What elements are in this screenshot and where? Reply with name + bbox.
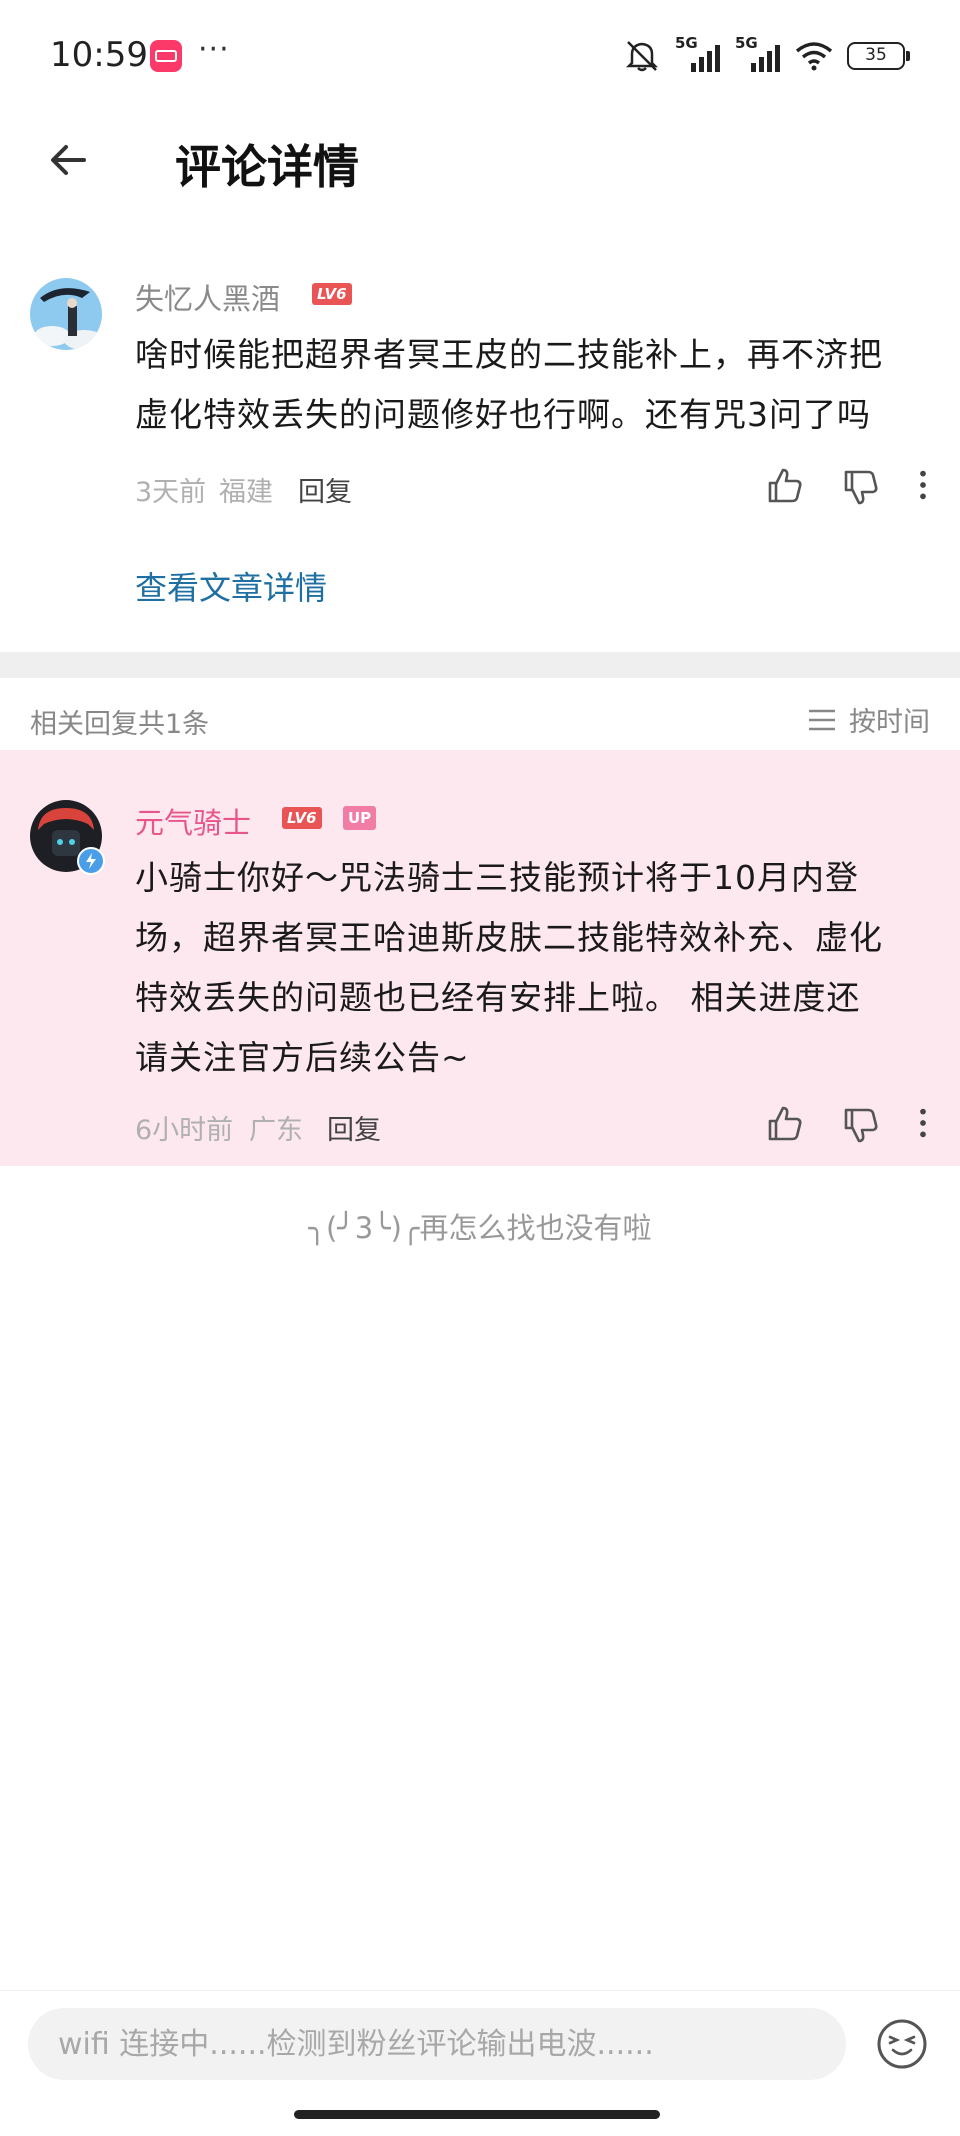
- reply-time: 6小时前: [135, 1115, 234, 1146]
- reply-count-label: 相关回复共1条: [30, 709, 210, 740]
- signal-2-icon: 5G: [735, 34, 781, 72]
- section-divider: [0, 652, 960, 678]
- reply-location: 广东: [249, 1115, 303, 1146]
- comment-location: 福建: [219, 477, 273, 508]
- emoji-icon[interactable]: [876, 2018, 928, 2070]
- status-icons: 5G 5G 35: [623, 34, 910, 74]
- thumb-up-icon[interactable]: [764, 1103, 804, 1143]
- commenter-avatar[interactable]: [30, 278, 102, 350]
- status-time: 10:59: [50, 35, 148, 75]
- up-tag: UP: [343, 806, 377, 830]
- sort-list-icon: [809, 709, 835, 730]
- thumb-down-icon[interactable]: [840, 1106, 880, 1146]
- comment-text-line: 虚化特效丢失的问题修好也行啊。还有咒3问了吗: [135, 395, 871, 434]
- reply-text-line: 场，超界者冥王哈迪斯皮肤二技能特效补充、虚化: [135, 918, 883, 957]
- level-badge: LV6: [312, 283, 352, 305]
- signal-1-icon: 5G: [675, 34, 721, 72]
- level-badge: LV6: [282, 807, 322, 829]
- app-notification-icon: [150, 40, 182, 72]
- status-bar: 10:59 ··· 5G 5G 35: [0, 0, 960, 110]
- sort-by-time-button[interactable]: 按时间: [807, 700, 930, 739]
- thumb-up-icon[interactable]: [764, 465, 804, 505]
- more-notifications-indicator: ···: [198, 32, 230, 67]
- comment-text-line: 啥时候能把超界者冥王皮的二技能补上，再不济把: [135, 335, 883, 374]
- thumb-down-icon[interactable]: [840, 468, 880, 508]
- wifi-icon: [795, 42, 833, 71]
- reply-text-line: 特效丢失的问题也已经有安排上啦。 相关进度还: [135, 978, 861, 1017]
- more-vertical-icon[interactable]: [904, 465, 942, 505]
- verified-icon: [77, 847, 105, 875]
- commenter-name[interactable]: 失忆人黑酒: [135, 276, 280, 318]
- more-vertical-icon[interactable]: [904, 1103, 942, 1143]
- back-arrow-icon[interactable]: [44, 135, 94, 185]
- replier-name[interactable]: 元气骑士: [135, 800, 251, 842]
- page-title: 评论详情: [175, 140, 359, 194]
- end-of-list-message: ╮(╯3╰)╭再怎么找也没有啦: [308, 1211, 652, 1245]
- comment-input[interactable]: [28, 2008, 846, 2080]
- reply-button[interactable]: 回复: [298, 470, 352, 509]
- mute-bell-icon: [625, 41, 659, 72]
- comment-time: 3天前: [135, 477, 207, 508]
- view-article-link[interactable]: 查看文章详情: [135, 563, 327, 609]
- reply-button[interactable]: 回复: [327, 1108, 381, 1147]
- sort-label: 按时间: [849, 707, 930, 738]
- reply-text-line: 小骑士你好～咒法骑士三技能预计将于10月内登: [135, 858, 859, 897]
- battery-indicator: 35: [847, 42, 910, 70]
- home-indicator[interactable]: [294, 2110, 660, 2119]
- reply-text-line: 请关注官方后续公告~: [135, 1038, 470, 1077]
